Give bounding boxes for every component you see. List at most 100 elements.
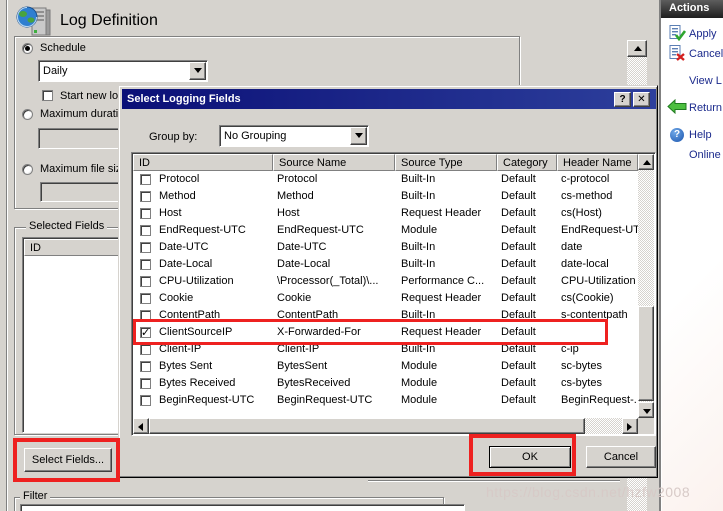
dialog-close-button[interactable]: ✕ — [633, 92, 650, 107]
filter-input[interactable] — [20, 504, 465, 511]
table-scroll-right-button[interactable] — [622, 418, 638, 434]
actions-separator — [665, 94, 720, 95]
action-label[interactable]: Cancel — [689, 48, 723, 60]
field-row[interactable]: Bytes Sent BytesSent Module Default sc-b… — [133, 358, 638, 375]
field-checkbox[interactable] — [140, 344, 151, 355]
field-row[interactable]: Client-IP Client-IP Built-In Default c-i… — [133, 341, 638, 358]
page-title: Log Definition — [60, 12, 158, 30]
field-checkbox[interactable] — [140, 378, 151, 389]
field-checkbox[interactable] — [140, 259, 151, 270]
table-hscroll-thumb[interactable] — [149, 418, 585, 434]
cell-source-name: Host — [277, 207, 393, 222]
schedule-radio[interactable] — [22, 43, 33, 54]
field-checkbox[interactable] — [140, 310, 151, 321]
iis-log-definition-screen: Log Definition Schedule Daily Start new … — [0, 0, 723, 511]
cell-source-name: Date-UTC — [277, 241, 393, 256]
field-row[interactable]: Cookie Cookie Request Header Default cs(… — [133, 290, 638, 307]
cell-source-name: BytesSent — [277, 360, 393, 375]
cell-header-name — [561, 326, 638, 341]
cell-id: Method — [159, 190, 271, 205]
start-new-log-checkbox[interactable] — [42, 90, 53, 101]
main-scroll-up-button[interactable] — [627, 40, 647, 57]
cell-header-name: c-ip — [561, 343, 638, 358]
action-item[interactable]: Return — [665, 98, 723, 118]
dialog-titlebar[interactable]: Select Logging Fields — [122, 89, 656, 109]
cell-id: ContentPath — [159, 309, 271, 324]
column-header-source-name[interactable]: Source Name — [273, 154, 395, 171]
table-scroll-down-button[interactable] — [638, 402, 654, 418]
dialog-help-button[interactable]: ? — [614, 92, 631, 107]
select-fields-button[interactable]: Select Fields... — [24, 448, 112, 472]
column-header-id[interactable]: ID — [133, 154, 273, 171]
field-checkbox[interactable] — [140, 395, 151, 406]
action-item[interactable]: Apply — [665, 24, 723, 44]
schedule-dropdown-button[interactable] — [189, 62, 206, 80]
field-checkbox[interactable] — [140, 276, 151, 287]
field-row[interactable]: Method Method Built-In Default cs-method — [133, 188, 638, 205]
field-row[interactable]: Date-Local Date-Local Built-In Default d… — [133, 256, 638, 273]
group-by-value: No Grouping — [220, 130, 349, 142]
cell-id: Cookie — [159, 292, 271, 307]
action-label[interactable]: Help — [689, 129, 712, 141]
apply-icon — [669, 25, 686, 44]
action-label[interactable]: Apply — [689, 28, 717, 40]
field-checkbox[interactable] — [140, 225, 151, 236]
cell-header-name: cs(Cookie) — [561, 292, 638, 307]
max-duration-radio[interactable] — [22, 109, 33, 120]
cell-header-name: date — [561, 241, 638, 256]
background-groupbox-edge — [368, 480, 620, 482]
start-new-log-label: Start new log — [60, 90, 124, 102]
cell-source-name: EndRequest-UTC — [277, 224, 393, 239]
action-label[interactable]: Online — [689, 149, 721, 161]
table-scroll-up-button[interactable] — [638, 154, 654, 170]
cell-header-name: BeginRequest-. — [561, 394, 638, 409]
cell-category: Default — [501, 258, 555, 273]
action-item[interactable]: Online — [665, 145, 723, 165]
cell-category: Default — [501, 309, 555, 324]
field-row[interactable]: Date-UTC Date-UTC Built-In Default date — [133, 239, 638, 256]
cell-source-name: ContentPath — [277, 309, 393, 324]
group-by-combobox[interactable]: No Grouping — [219, 125, 369, 147]
column-header-source-type[interactable]: Source Type — [395, 154, 497, 171]
cell-id: EndRequest-UTC — [159, 224, 271, 239]
column-header-header-name[interactable]: Header Name — [557, 154, 638, 171]
field-row[interactable]: ContentPath ContentPath Built-In Default… — [133, 307, 638, 324]
action-label[interactable]: Return — [689, 102, 722, 114]
action-item[interactable]: View L — [665, 71, 723, 91]
field-row[interactable]: Host Host Request Header Default cs(Host… — [133, 205, 638, 222]
cell-category: Default — [501, 241, 555, 256]
cell-category: Default — [501, 292, 555, 307]
ok-button[interactable]: OK — [489, 446, 571, 468]
field-checkbox[interactable] — [140, 361, 151, 372]
action-label[interactable]: View L — [689, 75, 722, 87]
cell-category: Default — [501, 207, 555, 222]
action-item[interactable]: Cancel — [665, 44, 723, 64]
cell-id: CPU-Utilization — [159, 275, 271, 290]
field-checkbox[interactable] — [140, 293, 151, 304]
field-row[interactable]: EndRequest-UTC EndRequest-UTC Module Def… — [133, 222, 638, 239]
schedule-combobox-value: Daily — [39, 65, 188, 77]
column-header-category[interactable]: Category — [497, 154, 557, 171]
field-checkbox[interactable] — [140, 242, 151, 253]
cancel-button[interactable]: Cancel — [586, 446, 656, 468]
log-definition-icon — [16, 5, 54, 38]
schedule-combobox[interactable]: Daily — [38, 60, 208, 82]
field-row[interactable]: Bytes Received BytesReceived Module Defa… — [133, 375, 638, 392]
table-horizontal-scrollbar[interactable] — [133, 418, 638, 434]
field-row[interactable]: BeginRequest-UTC BeginRequest-UTC Module… — [133, 392, 638, 409]
cell-source-name: Protocol — [277, 173, 393, 188]
field-checkbox[interactable] — [140, 208, 151, 219]
max-file-size-radio[interactable] — [22, 164, 33, 175]
field-row[interactable]: Protocol Protocol Built-In Default c-pro… — [133, 171, 638, 188]
field-row[interactable]: ClientSourceIP X-Forwarded-For Request H… — [133, 324, 638, 341]
cell-category: Default — [501, 190, 555, 205]
action-item[interactable]: Help — [665, 125, 723, 145]
field-checkbox[interactable] — [140, 327, 151, 338]
field-row[interactable]: CPU-Utilization \Processor(_Total)\... P… — [133, 273, 638, 290]
table-scroll-left-button[interactable] — [133, 418, 149, 434]
table-vertical-scrollbar[interactable] — [638, 154, 654, 418]
table-vscroll-thumb[interactable] — [638, 306, 654, 401]
field-checkbox[interactable] — [140, 174, 151, 185]
field-checkbox[interactable] — [140, 191, 151, 202]
group-by-dropdown-button[interactable] — [350, 127, 367, 145]
